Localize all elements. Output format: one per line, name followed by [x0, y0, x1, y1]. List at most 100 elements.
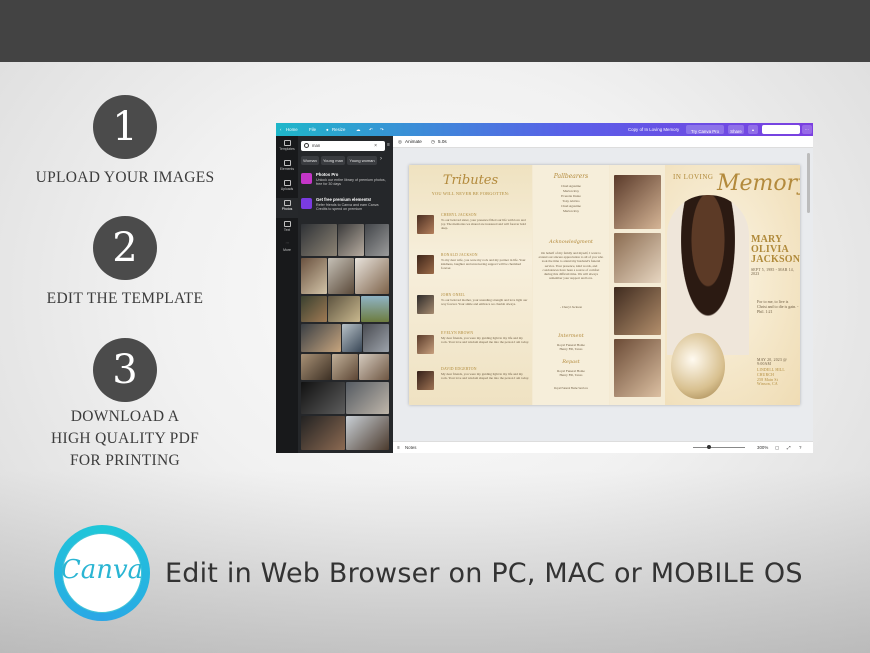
- acknowledgment-title: Acknowledgment: [549, 239, 593, 245]
- cloud-icon: ☁: [356, 127, 361, 132]
- promo-photos-pro[interactable]: Photos Pro Unlock our entire library of p…: [301, 172, 388, 191]
- photo-result[interactable]: [365, 224, 389, 256]
- undo-icon[interactable]: ↶: [369, 123, 373, 136]
- home-menu[interactable]: Home: [286, 123, 298, 136]
- pages-icon[interactable]: ▢: [775, 442, 779, 453]
- collage-photo: [614, 233, 661, 283]
- tribute-photo: [417, 255, 434, 274]
- chart-icon[interactable]: ▴: [748, 125, 758, 134]
- step-1-number: 1: [93, 95, 157, 159]
- photo-result[interactable]: [328, 258, 354, 294]
- search-input[interactable]: man ×: [301, 141, 385, 151]
- photo-result[interactable]: [361, 296, 389, 322]
- more-icon[interactable]: ⋯: [802, 125, 812, 134]
- photo-result[interactable]: [301, 224, 337, 256]
- rail-templates[interactable]: Templates: [276, 140, 298, 151]
- more-dots-icon: ⋯: [285, 241, 289, 245]
- funeral-program-page[interactable]: Tributes YOU WILL NEVER BE FORGOTTEN: CH…: [409, 165, 800, 405]
- redo-icon[interactable]: ↷: [380, 123, 384, 136]
- share-button[interactable]: Share: [728, 125, 744, 134]
- upload-icon: [283, 180, 291, 186]
- editor-bottombar: ≡ Notes 300% ▢ ⤢ ?: [393, 441, 813, 453]
- rail-elements[interactable]: Elements: [276, 160, 298, 171]
- photo-result[interactable]: [301, 382, 345, 414]
- document-title[interactable]: Copy of In Loving Memory: [628, 123, 679, 136]
- notes-icon: ≡: [397, 445, 400, 450]
- rail-photos[interactable]: Photos: [276, 198, 298, 218]
- acknowledgment-sign: - Cheryl Jackson: [559, 305, 583, 309]
- notes-button[interactable]: Notes: [405, 442, 416, 453]
- animate-button[interactable]: Animate: [405, 136, 422, 148]
- cover-panel: IN LOVING Memory MARY OLIVIA JACKSON SEP…: [665, 165, 800, 405]
- tribute-name: DAVID EDGERTON: [441, 367, 477, 371]
- step-2-text: EDIT THE TEMPLATE: [46, 290, 204, 307]
- chevron-right-icon[interactable]: ›: [380, 156, 382, 162]
- canvas-scrollbar[interactable]: [807, 153, 810, 213]
- fullscreen-icon[interactable]: ⤢: [787, 442, 791, 453]
- collage-photo: [614, 287, 661, 335]
- elements-icon: [283, 160, 291, 166]
- photo-result[interactable]: [342, 324, 362, 352]
- zoom-slider[interactable]: [693, 447, 745, 448]
- cover-service-time: MAY 20, 2023 @ 9:00AM: [757, 358, 787, 366]
- file-menu[interactable]: File: [309, 123, 316, 136]
- pallbearers-panel: Pallbearers Chud Agustine Marlon Roy Eve…: [533, 165, 609, 405]
- templates-icon: [283, 140, 291, 146]
- promo-referral[interactable]: Get free premium elements! Refer friends …: [301, 197, 388, 216]
- logo-text: Canva: [60, 555, 144, 585]
- portrait-photo: [667, 195, 749, 355]
- photo-result[interactable]: [301, 258, 327, 294]
- photo-collage-panel: [610, 165, 665, 405]
- canva-editor-screenshot: ‹ Home File ● Resize ☁ ↶ ↷ Copy of In Lo…: [276, 123, 813, 453]
- chip-young-woman[interactable]: Young woman: [347, 156, 377, 165]
- tribute-name: EVELYN BROWN: [441, 331, 474, 335]
- tributes-title: Tributes: [442, 173, 499, 188]
- collage-photo: [614, 175, 661, 229]
- photo-result[interactable]: [359, 354, 389, 380]
- clear-icon[interactable]: ×: [374, 141, 377, 151]
- duration-button[interactable]: 5.0s: [438, 136, 447, 148]
- crown-icon: ●: [326, 127, 329, 132]
- photo-result[interactable]: [363, 324, 389, 352]
- acknowledgment-text: On behalf of my family and myself, I wan…: [538, 251, 604, 281]
- zoom-slider-handle[interactable]: [707, 445, 711, 449]
- filter-icon[interactable]: ≡: [387, 142, 390, 148]
- step-1: 1 UPLOAD YOUR IMAGES: [20, 95, 230, 189]
- cover-verse: For to me, to live is Christ and to die …: [757, 299, 799, 314]
- photo-result[interactable]: [328, 296, 360, 322]
- photo-result[interactable]: [301, 354, 331, 380]
- help-icon[interactable]: ?: [799, 442, 801, 453]
- photo-result[interactable]: [346, 416, 389, 450]
- photos-icon: [283, 200, 291, 206]
- tagline: Edit in Web Browser on PC, MAC or MOBILE…: [165, 558, 803, 589]
- tribute-photo: [417, 371, 434, 390]
- tribute-text: To our beloved mother, your unending str…: [441, 298, 528, 307]
- chip-young-man[interactable]: Young man: [321, 156, 345, 165]
- interment-title: Interment: [558, 333, 584, 339]
- photo-result[interactable]: [355, 258, 389, 294]
- rail-uploads[interactable]: Uploads: [276, 180, 298, 191]
- gift-icon: [301, 198, 312, 209]
- tribute-name: RONALD JACKSON: [441, 253, 478, 257]
- pallbearer-name: Chud Agustine: [561, 204, 581, 208]
- photo-result[interactable]: [346, 382, 389, 414]
- photo-result[interactable]: [301, 416, 345, 450]
- step-3-number: 3: [93, 338, 157, 402]
- resize-menu[interactable]: Resize: [332, 123, 345, 136]
- repast-title: Repast: [562, 359, 580, 365]
- text-icon: [283, 221, 291, 227]
- photo-result[interactable]: [301, 324, 341, 352]
- photo-result[interactable]: [338, 224, 364, 256]
- rail-more[interactable]: ⋯ More: [276, 241, 298, 252]
- photo-result[interactable]: [332, 354, 358, 380]
- chip-woman[interactable]: Woman: [301, 156, 319, 165]
- zoom-level[interactable]: 300%: [757, 442, 768, 453]
- footer-note: Royal Funeral Home Services: [554, 387, 588, 390]
- download-button[interactable]: Download: [762, 125, 800, 134]
- rail-text[interactable]: Text: [276, 221, 298, 232]
- photo-result[interactable]: [301, 296, 327, 322]
- tribute-name: JOHN ONEIL: [441, 293, 466, 297]
- back-chevron-icon[interactable]: ‹: [280, 123, 281, 136]
- try-pro-button[interactable]: Try Canva Pro: [686, 125, 724, 134]
- photos-panel: man × ≡ Woman Young man Young woman › Ph…: [298, 136, 393, 453]
